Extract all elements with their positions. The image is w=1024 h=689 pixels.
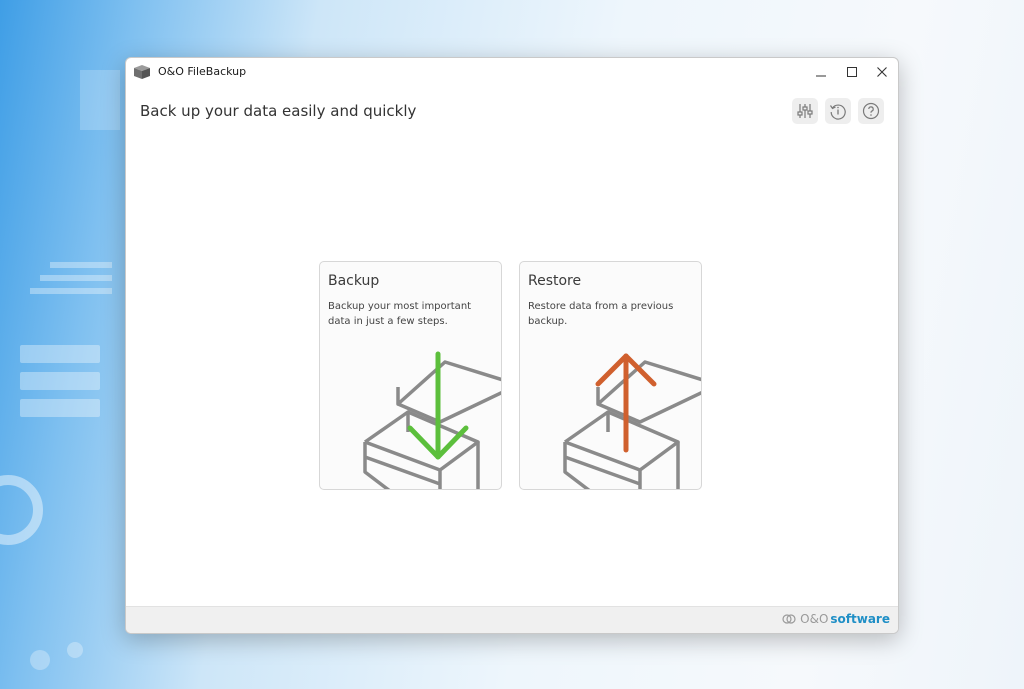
window-title: O&O FileBackup <box>158 65 247 78</box>
backup-card[interactable]: Backup Backup your most important data i… <box>319 261 502 490</box>
brand-prefix: O&O <box>800 612 829 626</box>
history-button[interactable] <box>825 98 851 124</box>
brand-logo: O&O software <box>782 612 890 626</box>
maximize-button[interactable] <box>837 58 867 86</box>
close-button[interactable] <box>867 58 897 86</box>
title-bar: O&O FileBackup <box>126 58 898 86</box>
backup-card-description: Backup your most important data in just … <box>328 301 472 327</box>
page-subtitle: Back up your data easily and quickly <box>140 102 417 120</box>
settings-sliders-icon <box>797 104 813 118</box>
maximize-icon <box>847 67 857 77</box>
backup-card-title: Backup <box>328 273 380 289</box>
restore-card[interactable]: Restore Restore data from a previous bac… <box>519 261 702 490</box>
restore-card-description: Restore data from a previous backup. <box>528 301 674 327</box>
brand-rings-icon <box>782 614 796 624</box>
backup-illustration <box>363 351 501 489</box>
restore-illustration <box>563 353 701 489</box>
status-footer: O&O software <box>126 606 898 633</box>
settings-button[interactable] <box>792 98 818 124</box>
history-icon <box>830 104 846 120</box>
help-icon <box>862 102 880 120</box>
brand-name: software <box>830 612 890 626</box>
app-logo-icon <box>134 65 150 79</box>
upload-arrow-icon <box>595 353 657 453</box>
app-window: O&O FileBackup Back up your data easily … <box>125 57 899 634</box>
help-button[interactable] <box>858 98 884 124</box>
close-icon <box>877 67 887 77</box>
minimize-button[interactable] <box>806 58 836 86</box>
minimize-icon <box>816 75 826 77</box>
download-arrow-icon <box>407 351 469 460</box>
restore-card-title: Restore <box>528 273 582 289</box>
